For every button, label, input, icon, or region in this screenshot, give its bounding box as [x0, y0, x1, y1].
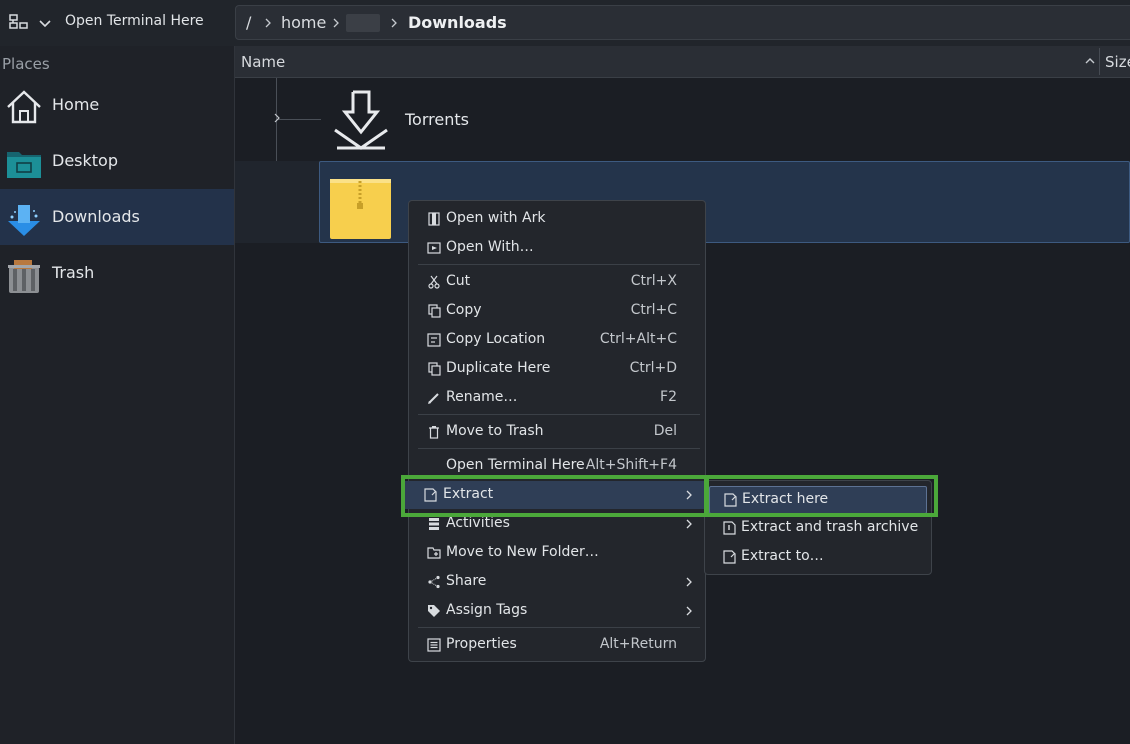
column-header: Name Size — [235, 46, 1130, 78]
menu-item-label: Assign Tags — [446, 602, 528, 618]
desktop-folder-icon — [7, 152, 41, 178]
sidebar-item-label: Trash — [52, 263, 95, 282]
scissors-icon — [428, 275, 440, 289]
copy-icon — [428, 304, 441, 318]
expand-chevron-icon[interactable] — [272, 112, 282, 124]
sidebar-item-label: Home — [52, 95, 100, 114]
copy-location-icon — [427, 333, 441, 347]
menu-item-open-with-ark[interactable]: Open with Ark — [409, 205, 705, 233]
menu-item-label: Cut — [446, 273, 471, 289]
menu-item-label: Open Terminal Here — [446, 457, 585, 473]
menu-item-label: Copy — [446, 302, 482, 318]
split-view-icon[interactable] — [8, 12, 30, 34]
breadcrumb-root[interactable]: / — [246, 13, 251, 32]
breadcrumb-redacted-user[interactable] — [346, 14, 380, 32]
menu-item-properties[interactable]: Properties Alt+Return — [409, 631, 705, 659]
breadcrumb-home[interactable]: home — [281, 13, 326, 32]
chevron-right-icon — [391, 18, 397, 28]
share-icon — [428, 575, 440, 589]
submenu-arrow-icon — [686, 519, 692, 529]
context-menu: Open with Ark Open With… Cut Ctrl+X Copy… — [405, 200, 709, 662]
submenu-item-label: Extract to… — [741, 548, 824, 564]
menu-separator — [418, 414, 700, 415]
properties-icon — [427, 638, 441, 652]
menu-item-label: Duplicate Here — [446, 360, 551, 376]
menu-item-copy-location[interactable]: Copy Location Ctrl+Alt+C — [409, 326, 705, 354]
file-name: Torrents — [405, 110, 469, 129]
toolbar: Open Terminal Here / home Downloads — [0, 0, 1130, 46]
submenu-item-label: Extract and trash archive — [741, 519, 919, 535]
column-name-header[interactable]: Name — [241, 53, 285, 71]
download-folder-icon — [334, 90, 388, 150]
sidebar-item-desktop[interactable]: Desktop — [0, 133, 234, 189]
menu-item-rename[interactable]: Rename… F2 — [409, 384, 705, 412]
chevron-down-icon[interactable] — [36, 15, 54, 33]
tag-icon — [428, 605, 440, 617]
menu-item-shortcut: Del — [653, 423, 677, 439]
menu-item-duplicate-here[interactable]: Duplicate Here Ctrl+D — [409, 355, 705, 383]
menu-item-shortcut: Alt+Return — [599, 636, 677, 652]
submenu-arrow-icon — [686, 606, 692, 616]
menu-separator — [418, 448, 700, 449]
trash-icon — [8, 260, 40, 293]
menu-item-label: Rename… — [446, 389, 518, 405]
menu-item-label: Open with Ark — [446, 210, 546, 226]
menu-item-shortcut: F2 — [660, 389, 677, 405]
duplicate-icon — [428, 362, 441, 376]
open-with-icon — [427, 242, 441, 254]
annotation-highlight-extract-here — [704, 475, 938, 517]
ark-icon — [428, 212, 440, 226]
submenu-item-extract-to[interactable]: Extract to… — [705, 543, 931, 571]
menu-item-label: Properties — [446, 636, 517, 652]
menu-item-assign-tags[interactable]: Assign Tags — [409, 597, 705, 625]
menu-item-shortcut: Ctrl+D — [629, 360, 677, 376]
menu-item-copy[interactable]: Copy Ctrl+C — [409, 297, 705, 325]
places-title: Places — [2, 55, 50, 73]
menu-item-label: Move to New Folder… — [446, 544, 599, 560]
submenu-arrow-icon — [686, 577, 692, 587]
menu-item-shortcut: Alt+Shift+F4 — [585, 457, 677, 473]
home-icon — [7, 90, 41, 124]
tree-line — [276, 119, 321, 120]
menu-item-cut[interactable]: Cut Ctrl+X — [409, 268, 705, 296]
chevron-right-icon — [265, 18, 271, 28]
menu-item-share[interactable]: Share — [409, 568, 705, 596]
chevron-right-icon — [333, 18, 339, 28]
menu-item-label: Open With… — [446, 239, 534, 255]
menu-item-shortcut: Ctrl+C — [630, 302, 677, 318]
menu-separator — [418, 264, 700, 265]
menu-item-move-to-new-folder[interactable]: Move to New Folder… — [409, 539, 705, 567]
column-size-header[interactable]: Size — [1105, 53, 1130, 71]
pencil-icon — [428, 393, 439, 404]
sidebar-item-label: Downloads — [52, 207, 140, 226]
downloads-folder-icon — [8, 205, 40, 236]
sidebar-item-label: Desktop — [52, 151, 118, 170]
zip-archive-icon — [330, 179, 391, 239]
activities-icon — [429, 518, 439, 530]
breadcrumb[interactable]: / home Downloads — [235, 5, 1130, 40]
breadcrumb-downloads[interactable]: Downloads — [408, 13, 507, 32]
open-terminal-button[interactable]: Open Terminal Here — [65, 13, 204, 29]
sidebar-item-downloads[interactable]: Downloads — [0, 189, 234, 245]
extract-to-icon — [723, 550, 736, 564]
sidebar-item-trash[interactable]: Trash — [0, 245, 234, 301]
menu-item-label: Activities — [446, 515, 510, 531]
trash-can-icon — [429, 426, 439, 439]
sort-ascending-icon[interactable] — [1083, 54, 1097, 68]
menu-item-move-to-trash[interactable]: Move to Trash Del — [409, 418, 705, 446]
menu-item-open-with[interactable]: Open With… — [409, 234, 705, 262]
menu-separator — [418, 627, 700, 628]
submenu-item-extract-and-trash[interactable]: Extract and trash archive — [705, 514, 931, 542]
annotation-highlight-extract — [401, 475, 709, 517]
menu-item-shortcut: Ctrl+Alt+C — [599, 331, 677, 347]
menu-item-label: Share — [446, 573, 487, 589]
menu-item-shortcut: Ctrl+X — [630, 273, 677, 289]
menu-item-label: Copy Location — [446, 331, 546, 347]
new-folder-icon — [427, 547, 441, 559]
column-divider[interactable] — [1099, 48, 1100, 75]
places-sidebar: Places Home Desktop Downloads Trash — [0, 46, 235, 744]
menu-item-label: Move to Trash — [446, 423, 544, 439]
extract-trash-icon — [723, 521, 736, 535]
sidebar-item-home[interactable]: Home — [0, 77, 234, 133]
